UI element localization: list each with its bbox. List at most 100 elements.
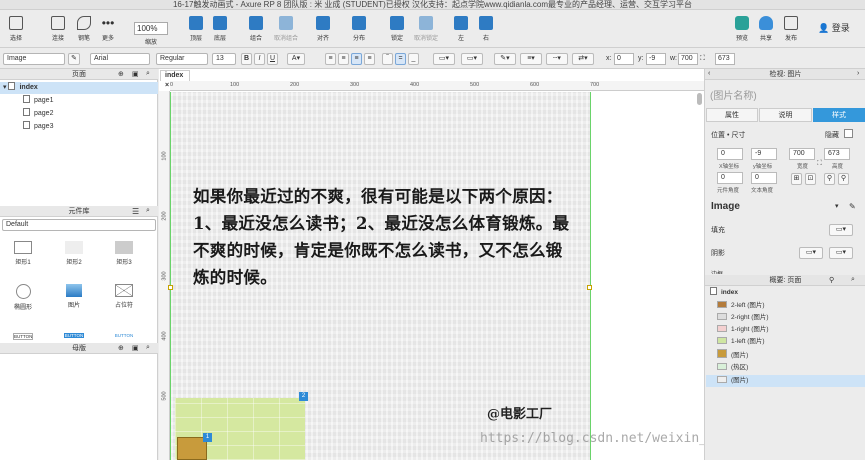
- x-coord-input[interactable]: 0: [717, 148, 743, 160]
- pin-button[interactable]: ⚲: [824, 173, 835, 185]
- preview-button[interactable]: 预览: [731, 10, 753, 48]
- style-dropdown-icon[interactable]: ▾: [835, 202, 839, 210]
- outline-item[interactable]: 1-left (图片): [717, 336, 765, 348]
- line-color-button[interactable]: ✎▾: [494, 53, 516, 65]
- library-menu-icon[interactable]: ☰: [132, 207, 139, 216]
- widget-rect1[interactable]: 矩形1: [3, 241, 43, 266]
- shadow-picker[interactable]: ▭▾: [799, 247, 823, 259]
- filter-icon[interactable]: ⚲: [829, 276, 834, 284]
- text-align-center-button[interactable]: ≡: [351, 53, 362, 65]
- add-master-folder-icon[interactable]: ▣: [132, 344, 139, 352]
- lock-button[interactable]: 锁定: [384, 10, 410, 48]
- widget-ellipse[interactable]: 椭圆形: [3, 284, 43, 311]
- outline-item[interactable]: 2-right (图片): [717, 312, 769, 324]
- search-outline-icon[interactable]: ⌕: [851, 276, 855, 284]
- search-library-icon[interactable]: ⌕: [146, 207, 150, 215]
- fit-button[interactable]: ⊞: [791, 173, 802, 185]
- italic-button[interactable]: I: [254, 53, 265, 65]
- inner-shadow-picker[interactable]: ▭▾: [829, 247, 853, 259]
- group-button[interactable]: 组合: [243, 10, 269, 48]
- ungroup-button[interactable]: 取消组合: [268, 10, 304, 48]
- valign-bottom-button[interactable]: _: [408, 53, 419, 65]
- rotation-input[interactable]: 0: [717, 172, 743, 184]
- w-input[interactable]: 700: [678, 53, 698, 65]
- tab-notes[interactable]: 说明: [759, 108, 812, 122]
- y-coord-input[interactable]: -9: [751, 148, 777, 160]
- text-color-button[interactable]: A▾: [287, 53, 305, 65]
- search-pages-icon[interactable]: ⌕: [146, 70, 150, 78]
- outline-item[interactable]: 1-right (图片): [717, 324, 769, 336]
- page-item-page1[interactable]: page1: [23, 95, 53, 107]
- h-input[interactable]: 673: [715, 53, 735, 65]
- canvas-scrollbar[interactable]: [697, 93, 702, 105]
- bold-button[interactable]: B: [241, 53, 252, 65]
- collapse-left-icon[interactable]: ‹: [708, 70, 710, 77]
- collapse-right-icon[interactable]: ›: [857, 70, 859, 77]
- text-rotation-input[interactable]: 0: [751, 172, 777, 184]
- aspect-lock-icon[interactable]: ⛶: [817, 160, 822, 168]
- page-item-page2[interactable]: page2: [23, 108, 53, 120]
- select-tool-button[interactable]: 选择: [2, 10, 30, 48]
- fit-button[interactable]: ⊡: [805, 173, 816, 185]
- font-size-select[interactable]: 13: [212, 53, 236, 65]
- zoom-select[interactable]: 100%: [134, 22, 168, 35]
- widget-rect2[interactable]: 矩形2: [54, 241, 94, 266]
- font-family-select[interactable]: Arial: [90, 53, 150, 65]
- login-button[interactable]: 👤 登录: [818, 21, 850, 34]
- distribute-button[interactable]: 分布: [346, 10, 372, 48]
- widget-placeholder[interactable]: 占位符: [104, 284, 144, 309]
- line-style-button[interactable]: ┄▾: [546, 53, 568, 65]
- fill-color-picker[interactable]: ▭▾: [829, 224, 853, 236]
- widget-button1[interactable]: BUTTON: [3, 333, 43, 340]
- align-left-button[interactable]: 左: [451, 10, 471, 48]
- style-select[interactable]: Image: [3, 53, 65, 65]
- tab-properties[interactable]: 属性: [706, 108, 758, 122]
- widget-name-input[interactable]: (图片名称): [710, 87, 757, 102]
- height-input[interactable]: 673: [824, 148, 850, 160]
- pin-button[interactable]: ⚲: [838, 173, 849, 185]
- outline-root[interactable]: index: [710, 287, 738, 299]
- arrow-style-button[interactable]: ⇄▾: [572, 53, 594, 65]
- style-edit-icon[interactable]: ✎: [849, 202, 856, 211]
- widget-rect3[interactable]: 矩形3: [104, 241, 144, 266]
- library-select[interactable]: Default: [2, 219, 156, 231]
- more-tools-button[interactable]: ••• 更多: [94, 10, 122, 48]
- align-button[interactable]: 对齐: [310, 10, 336, 48]
- publish-button[interactable]: 发布: [780, 10, 802, 48]
- text-align-right-button[interactable]: ≡: [364, 53, 375, 65]
- font-weight-select[interactable]: Regular: [156, 53, 208, 65]
- widget-image[interactable]: 图片: [54, 284, 94, 309]
- outline-item-selected[interactable]: (图片): [706, 375, 865, 387]
- add-folder-icon[interactable]: ▣: [132, 70, 139, 78]
- x-input[interactable]: 0: [614, 53, 634, 65]
- valign-middle-button[interactable]: =: [395, 53, 406, 65]
- bullet-list-button[interactable]: ≡: [325, 53, 336, 65]
- share-button[interactable]: 共享: [755, 10, 777, 48]
- style-name[interactable]: Image: [711, 201, 740, 212]
- resize-handle[interactable]: [168, 285, 173, 290]
- y-input[interactable]: -9: [646, 53, 666, 65]
- page-item-page3[interactable]: page3: [23, 121, 53, 133]
- widget-button3[interactable]: BUTTON: [104, 333, 144, 338]
- outline-item[interactable]: 2-left (图片): [717, 300, 765, 312]
- tab-style[interactable]: 样式: [813, 108, 865, 122]
- bring-to-front-button[interactable]: 顶层: [183, 10, 209, 48]
- resize-handle[interactable]: [587, 285, 592, 290]
- page-item-index[interactable]: ▾ index: [0, 82, 158, 94]
- close-tab-icon[interactable]: ×: [165, 82, 169, 89]
- hide-checkbox[interactable]: [844, 129, 853, 138]
- unlock-button[interactable]: 取消锁定: [408, 10, 444, 48]
- outline-item[interactable]: (热区): [717, 362, 748, 374]
- aspect-lock-icon[interactable]: ⛶: [700, 55, 705, 63]
- widget-button2[interactable]: BUTTON: [54, 333, 94, 338]
- width-input[interactable]: 700: [789, 148, 815, 160]
- connect-tool-button[interactable]: 连接: [44, 10, 72, 48]
- text-align-left-button[interactable]: ≡: [338, 53, 349, 65]
- align-right-button[interactable]: 右: [476, 10, 496, 48]
- tab-index[interactable]: index ×: [160, 70, 190, 89]
- style-edit-button[interactable]: ✎: [68, 53, 80, 65]
- underline-button[interactable]: U: [267, 53, 278, 65]
- shadow-button[interactable]: ▭▾: [461, 53, 483, 65]
- add-page-icon[interactable]: ⊕: [118, 70, 124, 78]
- valign-top-button[interactable]: ‾: [382, 53, 393, 65]
